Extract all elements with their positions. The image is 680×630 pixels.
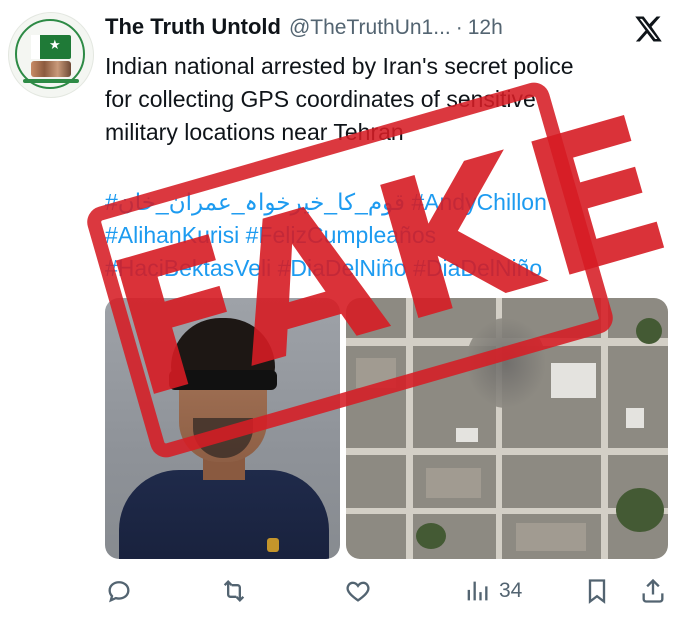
share-icon: [642, 578, 664, 603]
x-logo-icon[interactable]: [633, 14, 663, 44]
reply-icon: [108, 581, 130, 603]
avatar-caption: [23, 79, 79, 83]
like-button[interactable]: [344, 571, 372, 611]
tweet-header: The Truth Untold @TheTruthUn1... · 12h: [105, 14, 503, 42]
avatar-people: [31, 61, 71, 77]
bar-chart-icon: [467, 581, 488, 601]
satellite-city-photo[interactable]: [346, 298, 668, 559]
tweet-text-line: for collecting GPS coordinates of sensit…: [105, 86, 536, 112]
bookmark-icon: [588, 579, 606, 604]
share-button[interactable]: [639, 571, 667, 611]
heart-icon: [346, 581, 370, 602]
hashtag-line[interactable]: #HaciBektasVeli #DiaDelNiño #DiaDelNiño: [105, 252, 665, 285]
views-count: 34: [499, 579, 523, 602]
tweet-actions: 34: [105, 571, 670, 611]
reply-button[interactable]: [105, 571, 133, 611]
tweet-text-line: military locations near Tehran: [105, 119, 404, 145]
hashtag-line[interactable]: #قوم_کا_خیرخواہ_عمران_خان #AndyChillon: [105, 189, 547, 215]
account-name[interactable]: The Truth Untold: [105, 14, 281, 40]
account-handle[interactable]: @TheTruthUn1...: [289, 16, 451, 40]
hashtag-block: #قوم_کا_خیرخواہ_عمران_خان #AndyChillon #…: [105, 186, 665, 285]
views-button[interactable]: 34: [463, 571, 522, 611]
photo-shirt: [119, 470, 329, 559]
star-icon: ★: [49, 38, 61, 53]
separator-dot: ·: [455, 16, 463, 39]
tweet-time[interactable]: 12h: [468, 16, 503, 40]
bookmark-button[interactable]: [583, 571, 611, 611]
retweet-icon: [223, 580, 245, 602]
retweet-button[interactable]: [220, 571, 248, 611]
avatar[interactable]: ★: [8, 12, 94, 98]
hashtag-line[interactable]: #AlihanKurisi #FelizCumpleaños: [105, 219, 665, 252]
photo-blindfold: [169, 370, 277, 390]
blindfolded-man-photo[interactable]: [105, 298, 340, 559]
tweet-text: Indian national arrested by Iran's secre…: [105, 50, 665, 149]
tweet-text-line: Indian national arrested by Iran's secre…: [105, 53, 574, 79]
shirt-logo: [267, 538, 279, 552]
